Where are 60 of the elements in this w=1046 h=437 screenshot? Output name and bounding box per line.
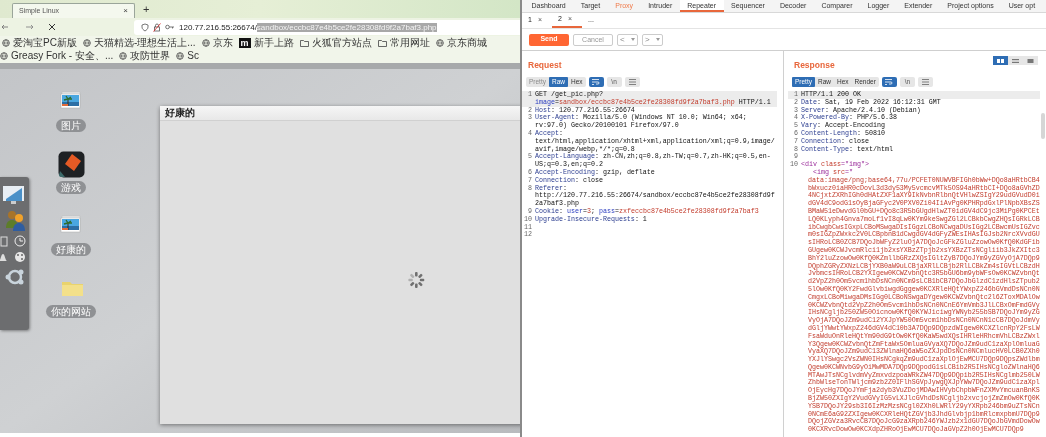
globe-icon[interactable] [176, 52, 185, 60]
caret-icon[interactable] [631, 38, 635, 41]
palette-icon[interactable] [14, 251, 26, 263]
globe-icon[interactable] [201, 39, 210, 47]
columns-layout-icon[interactable] [997, 58, 1004, 63]
globe-icon[interactable] [0, 52, 8, 60]
caret-icon[interactable] [656, 38, 660, 41]
bookmark-link[interactable]: 爱淘宝PC新版 [13, 37, 77, 49]
bookmark-link[interactable]: 新手上路 [253, 37, 294, 49]
wrap-button[interactable] [881, 76, 897, 87]
scrollbar-thumb[interactable] [1041, 113, 1045, 139]
layout-button[interactable] [1008, 56, 1023, 65]
window-title: 好康的 [165, 107, 195, 119]
monitor-icon[interactable] [3, 185, 25, 205]
single-layout-icon[interactable] [1027, 58, 1034, 63]
bookmark-link[interactable]: 常用网址 [389, 37, 430, 49]
game-icon[interactable] [58, 151, 85, 178]
key-icon[interactable] [165, 23, 174, 31]
layout-button[interactable] [1023, 56, 1038, 65]
history-button[interactable]: > [642, 33, 663, 46]
folder-icon[interactable] [377, 39, 387, 47]
forward-icon[interactable] [25, 22, 35, 32]
bookmark-link[interactable]: 京东商城 [446, 37, 487, 49]
bookmark-link[interactable]: 京东 [212, 37, 233, 49]
bookmark-link[interactable]: 攻防世界 [130, 50, 171, 62]
folder-icon[interactable] [299, 39, 309, 47]
globe-icon[interactable] [435, 39, 444, 47]
shield-icon[interactable] [141, 22, 149, 32]
globe-icon[interactable] [82, 39, 91, 47]
bookmark-link[interactable]: Sc [187, 50, 199, 62]
menu-icon[interactable] [921, 78, 929, 85]
bookmark-link[interactable]: Greasy Fork - 安全、... [11, 50, 114, 62]
insecure-lock-icon[interactable] [153, 22, 161, 32]
history-button[interactable]: < [617, 33, 638, 46]
wrap-lines-icon[interactable] [885, 78, 894, 85]
bookmark-link[interactable]: 火狐官方站点 [311, 37, 372, 49]
users-icon[interactable] [6, 209, 25, 231]
tab-close-button[interactable]: × [123, 5, 128, 17]
wrap-button[interactable] [588, 76, 604, 87]
bookmark-link[interactable]: 天猫精选-理想生活上... [93, 37, 196, 49]
back-icon[interactable] [1, 22, 9, 32]
pane-title: Response [794, 59, 835, 72]
image-icon[interactable] [60, 91, 82, 109]
calendar-icon[interactable] [0, 235, 8, 247]
globe-icon[interactable] [119, 52, 128, 60]
clock-icon[interactable] [14, 235, 26, 247]
new-tab-button[interactable]: + [143, 1, 150, 17]
ubuntu-logo-icon[interactable] [5, 267, 25, 287]
pane-title: Request [528, 59, 562, 72]
menu-icon[interactable] [628, 78, 636, 85]
menu-button[interactable] [917, 76, 933, 87]
close-icon[interactable] [48, 23, 56, 31]
menu-button[interactable] [624, 76, 640, 87]
layout-button[interactable] [993, 56, 1008, 65]
globe-icon[interactable] [2, 39, 10, 47]
wrap-lines-icon[interactable] [592, 78, 601, 85]
site-logo[interactable]: m [238, 38, 251, 48]
image-icon[interactable] [60, 215, 82, 233]
rows-layout-icon[interactable] [1012, 58, 1019, 63]
bell-icon[interactable] [0, 252, 8, 262]
